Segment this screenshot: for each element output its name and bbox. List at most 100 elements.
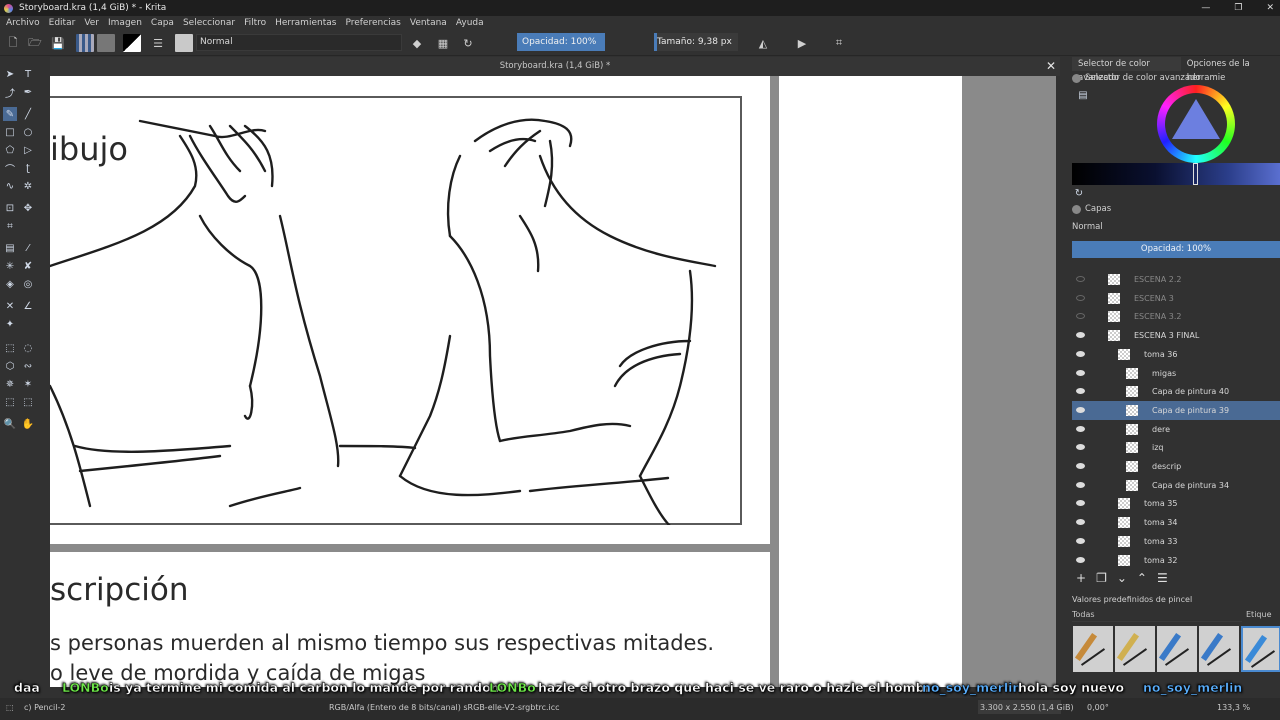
layer-row[interactable]: izq	[1072, 438, 1280, 457]
status-zoom[interactable]: 133,3 %	[1217, 703, 1250, 712]
brush-preset-2[interactable]	[1115, 626, 1155, 672]
zoom-tool-icon[interactable]: 🔍	[3, 417, 17, 431]
reference-tool-icon[interactable]: ✦	[3, 317, 17, 331]
close-button[interactable]: ✕	[1266, 0, 1274, 16]
colorize-mask-icon[interactable]: ✳	[3, 259, 17, 273]
menu-archivo[interactable]: Archivo	[6, 18, 40, 28]
freehand-select-icon[interactable]: ∾	[21, 359, 35, 373]
maximize-button[interactable]: ❐	[1234, 0, 1242, 16]
menu-preferencias[interactable]: Preferencias	[345, 18, 400, 28]
ellipse-select-icon[interactable]: ◌	[21, 341, 35, 355]
panel-float-icon[interactable]	[1072, 204, 1081, 214]
layer-row[interactable]: ESCENA 2.2	[1072, 270, 1280, 289]
polygon-select-icon[interactable]: ⬡	[3, 359, 17, 373]
layer-row[interactable]: dere	[1072, 420, 1280, 439]
layer-row[interactable]: toma 32	[1072, 551, 1280, 568]
contiguous-select-icon[interactable]: ✵	[3, 377, 17, 391]
crop-tool-icon[interactable]: ⌗	[3, 219, 17, 233]
brush-preset-4[interactable]	[1199, 626, 1239, 672]
layer-row[interactable]: Capa de pintura 34	[1072, 476, 1280, 495]
menu-capa[interactable]: Capa	[151, 18, 174, 28]
menu-ayuda[interactable]: Ayuda	[456, 18, 484, 28]
menu-editar[interactable]: Editar	[49, 18, 76, 28]
brush-preset-1[interactable]	[1073, 626, 1113, 672]
freehand-brush-icon[interactable]: ✎	[3, 107, 17, 121]
enclose-fill-icon[interactable]: ◎	[21, 277, 35, 291]
status-rotation[interactable]: 0,00°	[1087, 703, 1109, 712]
canvas[interactable]: ibujo scripción s personas muerden al mi…	[50, 76, 1056, 687]
visibility-eye-icon[interactable]	[1076, 276, 1085, 282]
menu-seleccionar[interactable]: Seleccionar	[183, 18, 235, 28]
size-slider[interactable]: Tamaño: 9,38 px	[654, 33, 738, 51]
layer-row[interactable]: toma 33	[1072, 532, 1280, 551]
tab-tool-options[interactable]: Opciones de la herramie	[1181, 57, 1280, 83]
layer-row[interactable]: descrip	[1072, 457, 1280, 476]
fg-bg-color-icon[interactable]	[123, 34, 141, 52]
gradient-preset-icon[interactable]	[76, 34, 94, 52]
dynamic-brush-icon[interactable]: ∿	[3, 179, 17, 193]
visibility-eye-icon[interactable]	[1076, 481, 1085, 488]
layer-properties-icon[interactable]: ☰	[1157, 571, 1168, 587]
layer-row[interactable]: ESCENA 3 FINAL	[1072, 326, 1280, 345]
tab-advanced-color-selector[interactable]: Selector de color avanzado	[1072, 57, 1181, 83]
panel-float-icon[interactable]	[1072, 73, 1081, 83]
transform-tool-icon[interactable]: ⊡	[3, 201, 17, 215]
visibility-eye-icon[interactable]	[1076, 294, 1085, 301]
edit-shapes-icon[interactable]: ⤴	[3, 85, 17, 100]
visibility-eye-icon[interactable]	[1076, 369, 1085, 376]
layer-row[interactable]: toma 35	[1072, 494, 1280, 513]
move-tool-icon[interactable]: ✥	[21, 201, 35, 215]
brush-tag-select[interactable]: Etique	[1246, 610, 1271, 619]
calligraphy-icon[interactable]: ✒	[21, 85, 35, 99]
visibility-eye-icon[interactable]	[1076, 519, 1085, 526]
bezier-select-icon[interactable]: ⬚	[3, 395, 17, 409]
brush-filter-select[interactable]: Todas	[1072, 610, 1242, 622]
color-shade-bar[interactable]	[1072, 163, 1280, 185]
layers-blend-mode[interactable]: Normal	[1072, 222, 1103, 232]
visibility-eye-icon[interactable]	[1076, 463, 1085, 469]
move-layer-up-icon[interactable]: ⌃	[1137, 571, 1147, 587]
visibility-eye-icon[interactable]	[1076, 332, 1085, 339]
magnetic-select-icon[interactable]: ⬚	[21, 395, 35, 409]
visibility-eye-icon[interactable]	[1076, 425, 1085, 432]
duplicate-layer-icon[interactable]: ❐	[1096, 571, 1107, 587]
move-layer-down-icon[interactable]: ⌄	[1117, 571, 1127, 587]
menu-imagen[interactable]: Imagen	[108, 18, 142, 28]
new-document-icon[interactable]: 🗋	[6, 35, 20, 51]
pan-tool-icon[interactable]: ✋	[21, 417, 35, 431]
visibility-eye-icon[interactable]	[1076, 537, 1085, 544]
color-picker-icon[interactable]: ⁄	[21, 241, 35, 255]
select-shapes-icon[interactable]: ➤	[3, 67, 17, 81]
visibility-eye-icon[interactable]	[1076, 388, 1085, 395]
visibility-eye-icon[interactable]	[1076, 500, 1085, 507]
visibility-eye-icon[interactable]	[1076, 313, 1085, 320]
brush-preset-5[interactable]	[1241, 626, 1280, 672]
similar-select-icon[interactable]: ✶	[21, 377, 35, 391]
opacity-slider[interactable]: Opacidad: 100%	[517, 33, 605, 51]
layer-row[interactable]: migas	[1072, 364, 1280, 383]
add-layer-icon[interactable]: +	[1076, 571, 1086, 587]
brush-preset-3[interactable]	[1157, 626, 1197, 672]
text-tool-icon[interactable]: T	[21, 67, 35, 81]
layer-row[interactable]: Capa de pintura 40	[1072, 382, 1280, 401]
fill-tool-icon[interactable]: ◈	[3, 277, 17, 291]
gradient-tool-icon[interactable]: ▤	[3, 241, 17, 255]
multibrush-icon[interactable]: ✲	[21, 179, 35, 193]
layers-opacity-slider[interactable]: Opacidad: 100%	[1072, 241, 1280, 258]
color-settings-icon[interactable]: ▤	[1076, 88, 1090, 102]
measure-tool-icon[interactable]: ∠	[21, 299, 35, 313]
freehand-path-icon[interactable]: ʈ	[21, 161, 35, 175]
ellipse-tool-icon[interactable]: ○	[21, 125, 35, 139]
brush-settings-icon[interactable]: ☰	[151, 35, 165, 51]
layer-row[interactable]: toma 36	[1072, 345, 1280, 364]
save-icon[interactable]: 💾	[51, 35, 65, 51]
line-tool-icon[interactable]: ╱	[21, 107, 35, 121]
brush-preset-icon[interactable]	[175, 34, 193, 52]
menu-herramientas[interactable]: Herramientas	[275, 18, 336, 28]
layer-row[interactable]: ESCENA 3	[1072, 289, 1280, 308]
menu-ventana[interactable]: Ventana	[410, 18, 447, 28]
pattern-preset-icon[interactable]	[97, 34, 115, 52]
alpha-lock-icon[interactable]: ▦	[436, 35, 450, 51]
visibility-eye-icon[interactable]	[1076, 350, 1085, 357]
close-document-icon[interactable]: ✕	[1046, 57, 1056, 76]
